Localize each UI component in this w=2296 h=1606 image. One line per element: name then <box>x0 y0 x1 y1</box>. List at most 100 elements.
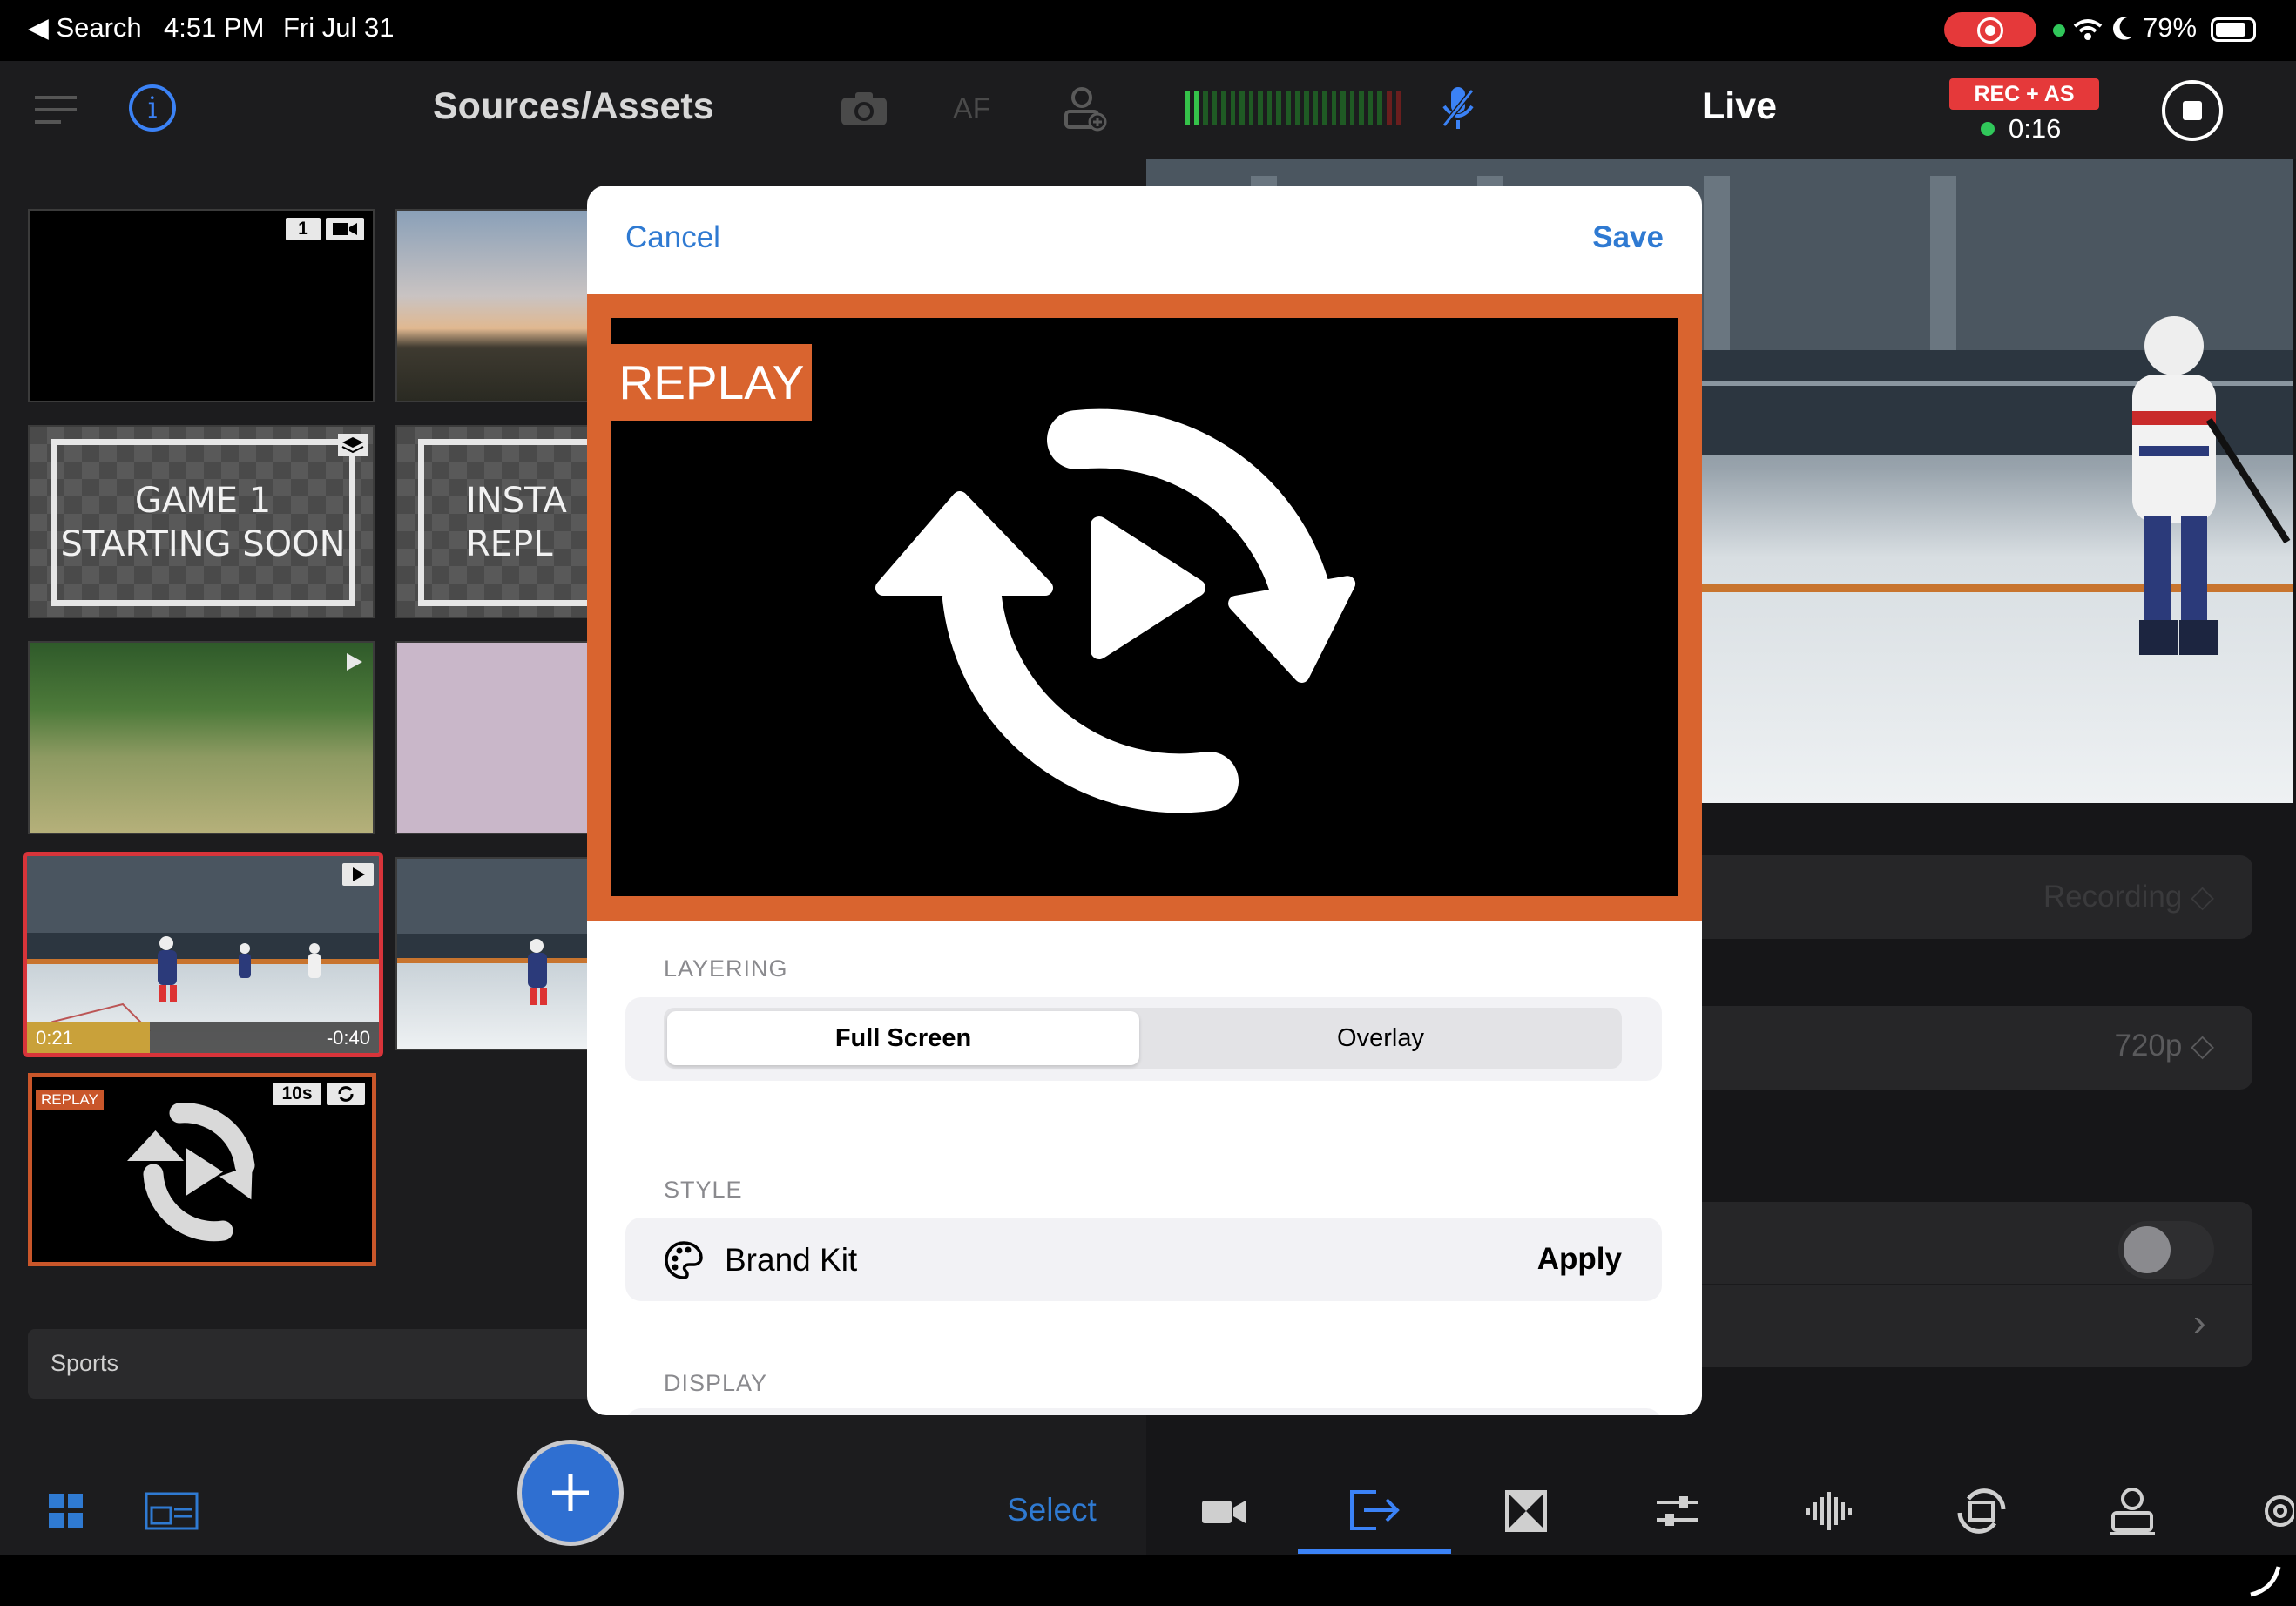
rec-timer: 0:16 <box>2009 113 2062 144</box>
adjustments-tab-icon[interactable] <box>1655 1494 1700 1528</box>
audio-meter-bar <box>1286 91 1291 125</box>
replay-loop-icon <box>327 1083 365 1105</box>
title-card-thumb[interactable]: GAME 1 STARTING SOON <box>28 425 375 618</box>
add-guest-icon[interactable] <box>1063 85 1108 132</box>
back-to-search[interactable]: ◀ Search <box>28 12 142 44</box>
toggle-knob <box>2124 1226 2171 1273</box>
layering-group: Full Screen Overlay <box>625 997 1662 1081</box>
audio-meter-bar <box>1340 91 1346 125</box>
stop-icon <box>2183 101 2202 120</box>
rec-status-badge: REC + AS <box>1949 78 2099 110</box>
audio-meter-bar <box>1248 91 1254 125</box>
audio-meter-bar <box>1266 91 1273 125</box>
audio-level-meter <box>1185 91 1401 125</box>
camera-tab-icon[interactable] <box>1200 1494 1247 1528</box>
hockey-clip-thumb[interactable]: 0:21 -0:40 <box>23 852 383 1057</box>
layering-overlay-option[interactable]: Overlay <box>1145 1011 1617 1065</box>
recording-mode-value: Recording ◇ <box>2043 880 2214 914</box>
active-tab-indicator <box>1298 1549 1451 1554</box>
camera-in-use-dot <box>2053 24 2065 37</box>
bottom-toolbar: Select <box>0 1440 2296 1555</box>
audio-meter-bar <box>1322 91 1327 125</box>
replay-graphic-thumb[interactable]: REPLAY 10s <box>28 1073 376 1266</box>
replay-thumb-label: REPLAY <box>36 1090 104 1110</box>
layering-section-label: LAYERING <box>664 955 788 982</box>
guest-tab-icon[interactable] <box>2108 1487 2157 1535</box>
camera-switch-icon[interactable] <box>840 91 888 127</box>
replay-thumb-icon <box>127 1103 255 1242</box>
audio-meter-bar <box>1395 91 1401 125</box>
multiview-icon[interactable] <box>145 1492 199 1530</box>
layering-fullscreen-option[interactable]: Full Screen <box>667 1011 1139 1065</box>
live-header: Live REC + AS 0:16 <box>1146 61 2296 159</box>
palette-icon <box>665 1241 703 1279</box>
camera-source-thumb[interactable]: 1 <box>28 209 375 402</box>
wheat-field-thumb[interactable] <box>28 641 375 834</box>
brand-kit-row[interactable]: Brand Kit Apply <box>625 1218 1662 1301</box>
screen-record-indicator[interactable] <box>1944 12 2036 47</box>
scene-name: Sports <box>51 1350 119 1376</box>
chevron-right-icon[interactable]: › <box>2193 1301 2206 1345</box>
sources-title: Sources/Assets <box>433 85 714 127</box>
rec-live-dot <box>1981 122 1995 136</box>
replay-preview: REPLAY <box>611 318 1678 896</box>
audio-meter-bar <box>1239 91 1245 125</box>
audio-meter-bar <box>1276 91 1282 125</box>
cancel-button[interactable]: Cancel <box>625 220 720 255</box>
audio-meter-bar <box>1203 91 1208 125</box>
grid-view-icon[interactable] <box>49 1494 84 1528</box>
menu-icon[interactable] <box>35 92 78 127</box>
style-section-label: STYLE <box>664 1177 743 1203</box>
audio-meter-bar <box>1377 91 1383 125</box>
audio-meter-bar <box>1185 91 1190 125</box>
microphone-muted-icon[interactable] <box>1441 85 1476 131</box>
sources-header: i Sources/Assets AF <box>0 61 1146 159</box>
record-icon <box>1977 17 2003 44</box>
audio-meter-bar <box>1294 91 1300 125</box>
audio-meter-bar <box>1367 91 1374 125</box>
brand-kit-label: Brand Kit <box>725 1242 858 1278</box>
display-section-label: DISPLAY <box>664 1370 768 1396</box>
replay-tab-icon[interactable] <box>1953 1487 2010 1535</box>
live-title: Live <box>1702 85 1778 127</box>
audio-meter-bar <box>1258 91 1263 125</box>
resolution-row[interactable]: 720p ◇ <box>1683 1006 2252 1090</box>
layers-icon <box>338 434 368 456</box>
title-card-text: GAME 1 STARTING SOON <box>51 439 355 606</box>
replay-preview-label: REPLAY <box>611 344 812 421</box>
transition-tab-icon[interactable] <box>1505 1490 1547 1532</box>
setting-toggle[interactable] <box>2118 1221 2214 1279</box>
pencil-hover-icon <box>2250 1566 2281 1597</box>
home-indicator-area <box>0 1555 2296 1606</box>
wifi-icon <box>2073 19 2103 40</box>
clip-progress-bar[interactable]: 0:21 -0:40 <box>27 1022 379 1053</box>
info-icon[interactable]: i <box>129 84 176 132</box>
select-button[interactable]: Select <box>1007 1492 1097 1528</box>
add-source-button[interactable] <box>517 1440 624 1546</box>
autofocus-button[interactable]: AF <box>953 92 990 126</box>
settings-tab-icon[interactable] <box>2259 1490 2294 1532</box>
clip-elapsed: 0:21 <box>36 1027 73 1049</box>
audio-meter-bar <box>1221 91 1226 125</box>
camera-number-badge: 1 <box>286 218 321 240</box>
status-time: 4:51 PM <box>164 12 265 43</box>
output-tab-icon[interactable] <box>1347 1488 1404 1532</box>
apply-brand-kit-button[interactable]: Apply <box>1537 1242 1622 1277</box>
audio-meter-bar <box>1359 91 1364 125</box>
audio-meter-bar <box>1304 91 1309 125</box>
stop-button[interactable] <box>2162 80 2223 141</box>
audio-meter-bar <box>1230 91 1236 125</box>
live-tabbar <box>1146 1468 2296 1555</box>
audio-meter-bar <box>1331 91 1337 125</box>
battery-icon <box>2211 17 2256 42</box>
clip-remaining: -0:40 <box>326 1027 370 1049</box>
audio-tab-icon[interactable] <box>1805 1490 1854 1532</box>
video-camera-icon <box>326 218 364 240</box>
display-group <box>625 1408 1662 1415</box>
save-button[interactable]: Save <box>1592 220 1664 255</box>
audio-meter-bar <box>1212 91 1218 125</box>
status-bar: ◀ Search 4:51 PM Fri Jul 31 79% <box>0 0 2296 61</box>
toggle-settings-group: › <box>1683 1202 2252 1367</box>
graphic-edit-modal: Cancel Save REPLAY LAYERING Full Screen … <box>587 186 1702 1415</box>
recording-mode-row[interactable]: Recording ◇ <box>1683 855 2252 939</box>
